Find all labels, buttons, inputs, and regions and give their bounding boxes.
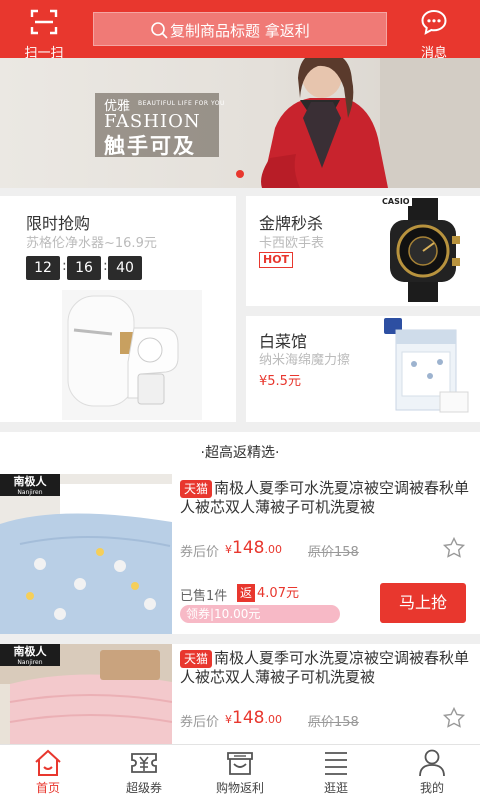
star-icon[interactable] (442, 536, 466, 560)
search-placeholder: 复制商品标题 拿返利 (170, 22, 310, 40)
promo-banner[interactable]: 优雅 BEAUTIFUL LIFE FOR YOU FASHION 触手可及 (0, 58, 480, 188)
buy-now-button[interactable]: 马上抢 (380, 583, 466, 623)
tab-super-coupon[interactable]: 超级券 (96, 745, 192, 800)
brand-logo-en: Nanjiren (17, 489, 43, 496)
price-decimal: .00 (264, 713, 282, 726)
coupon-price-label: 券后价 (180, 545, 220, 560)
tab-browse-label: 逛逛 (323, 781, 348, 795)
product-title-text: 南极人夏季可水洗夏凉被空调被春秋单人被芯双人薄被子可机洗夏被 (180, 649, 470, 686)
sponge-pack-image (384, 318, 469, 413)
chat-bubble-icon (421, 9, 447, 35)
timer-minutes: 16 (67, 256, 101, 280)
section-title: ·超高返精选· (0, 432, 480, 474)
bottom-tab-bar: 首页 超级券 购物返利 逛逛 我的 (0, 744, 480, 800)
coupon-price-label: 券后价 (180, 715, 220, 730)
product-title[interactable]: 天猫 南极人夏季可水洗夏凉被空调被春秋单人被芯双人薄被子可机洗夏被 (180, 479, 470, 517)
brand-logo-cn: 南极人 (13, 475, 47, 488)
search-icon (151, 22, 168, 39)
quilt-image (0, 474, 172, 634)
product-card[interactable]: 南极人 Nanjiren 天猫 南极人夏季可水洗夏凉被空调被春秋单人被芯双人薄被子… (0, 474, 480, 634)
gold-sale-title: 金牌秒杀 (259, 214, 324, 233)
scan-icon (30, 9, 58, 35)
original-price: 原价158 (308, 545, 359, 560)
product-thumbnail: 南极人 Nanjiren (0, 474, 172, 634)
home-icon (35, 749, 61, 776)
model-image (261, 58, 480, 188)
tab-browse[interactable]: 逛逛 (288, 745, 384, 800)
currency-symbol: ¥ (225, 543, 232, 556)
coupon-price: ¥148.00 (225, 708, 282, 728)
cabbage-subtitle: 纳米海绵魔力擦 (259, 353, 351, 368)
sold-count: 已售1件 (180, 589, 228, 604)
top-header: 扫一扫 复制商品标题 拿返利 消息 (0, 0, 480, 61)
price-integer: 148 (232, 538, 265, 558)
timer-separator: : (62, 258, 67, 274)
banner-tag-en: FASHION (104, 111, 201, 132)
currency-symbol: ¥ (225, 713, 232, 726)
tab-home-label: 首页 (35, 781, 60, 795)
flash-sale-title: 限时抢购 (26, 214, 91, 233)
store-icon (227, 752, 253, 775)
tab-home[interactable]: 首页 (0, 745, 96, 800)
water-purifier-image (62, 290, 202, 420)
brand-logo: 南极人 Nanjiren (0, 644, 60, 666)
timer-seconds: 40 (108, 256, 142, 280)
original-price: 原价158 (308, 715, 359, 730)
scan-button[interactable]: 扫一扫 (14, 6, 74, 61)
timer-separator: : (103, 258, 108, 274)
tmall-badge: 天猫 (180, 650, 213, 668)
get-coupon-bar[interactable]: 领券|10.00元 (180, 605, 340, 623)
price-decimal: .00 (264, 543, 282, 556)
list-icon (325, 752, 347, 775)
tab-shopping-rebate[interactable]: 购物返利 (192, 745, 288, 800)
rebate-tag: 返 4.07元 (237, 583, 299, 602)
gold-sale-subtitle: 卡西欧手表 (259, 236, 325, 251)
star-icon[interactable] (442, 706, 466, 730)
watch-brand-text: CASIO (380, 197, 412, 206)
timer-hours: 12 (26, 256, 60, 280)
brand-logo-en: Nanjiren (17, 659, 43, 666)
brand-logo-cn: 南极人 (13, 645, 47, 658)
tab-shopping-rebate-label: 购物返利 (215, 781, 264, 795)
tab-mine[interactable]: 我的 (384, 745, 480, 800)
banner-slogan: 触手可及 (104, 134, 196, 158)
product-thumbnail: 南极人 Nanjiren (0, 644, 172, 744)
flash-sale-subtitle: 苏格伦净水器~16.9元 (26, 236, 157, 251)
carousel-indicator[interactable] (236, 170, 244, 178)
product-card[interactable]: 南极人 Nanjiren 天猫 南极人夏季可水洗夏凉被空调被春秋单人被芯双人薄被子… (0, 644, 480, 744)
rebate-label: 返 (237, 584, 256, 602)
hot-badge: HOT (259, 252, 294, 268)
coupon-icon (131, 753, 157, 773)
tab-mine-label: 我的 (419, 781, 444, 795)
app-screen: 扫一扫 复制商品标题 拿返利 消息 优雅 BEAUTIFUL LIFE FOR … (0, 0, 480, 800)
product-title-text: 南极人夏季可水洗夏凉被空调被春秋单人被芯双人薄被子可机洗夏被 (180, 479, 470, 516)
rebate-value: 4.07元 (257, 586, 299, 601)
cabbage-price: ¥5.5元 (259, 374, 301, 389)
message-button[interactable]: 消息 (404, 6, 464, 61)
tab-super-coupon-label: 超级券 (125, 781, 162, 795)
tmall-badge: 天猫 (180, 480, 213, 498)
search-input[interactable]: 复制商品标题 拿返利 (93, 12, 387, 46)
coupon-price: ¥148.00 (225, 538, 282, 558)
banner-tag-en-small: BEAUTIFUL LIFE FOR YOU (138, 100, 225, 107)
watch-image (390, 198, 460, 302)
price-integer: 148 (232, 708, 265, 728)
user-icon (419, 749, 445, 777)
product-title[interactable]: 天猫 南极人夏季可水洗夏凉被空调被春秋单人被芯双人薄被子可机洗夏被 (180, 649, 470, 687)
brand-logo: 南极人 Nanjiren (0, 474, 60, 496)
